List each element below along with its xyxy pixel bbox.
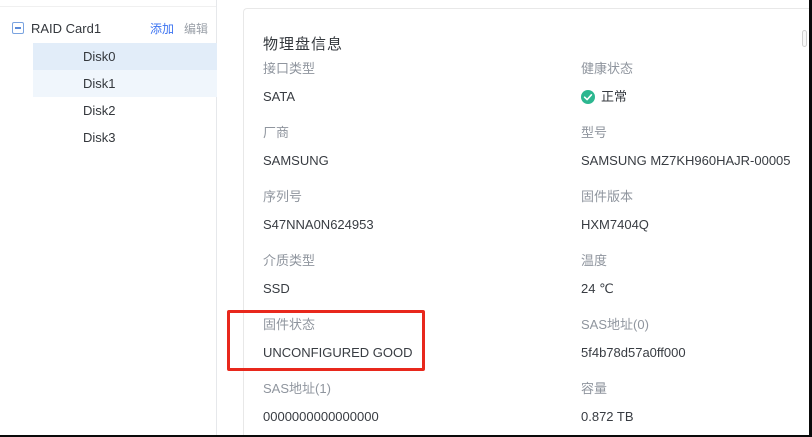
field-serial-number: 序列号 S47NNA0N624953 [263,189,581,232]
field-label: 厂商 [263,125,581,140]
field-label: 接口类型 [263,61,581,76]
sidebar-item-disk1[interactable]: Disk1 [33,70,217,97]
field-value: HXM7404Q [581,217,791,232]
field-label: 固件版本 [581,189,791,204]
collapse-minus-icon[interactable] [12,22,24,34]
field-model: 型号 SAMSUNG MZ7KH960HAJR-00005 [581,125,791,168]
field-media-type: 介质类型 SSD [263,253,581,296]
field-label: SAS地址(1) [263,381,581,396]
raid-tree-sidebar: RAID Card1 添加 编辑 Disk0 Disk1 Disk2 Disk3 [0,0,217,435]
raid-card-label: RAID Card1 [31,21,150,36]
field-label: 温度 [581,253,791,268]
field-sas-address-0: SAS地址(0) 5f4b78d57a0ff000 [581,317,791,360]
raid-card-node: RAID Card1 添加 编辑 [0,17,216,39]
field-temperature: 温度 24 ℃ [581,253,791,296]
vertical-scrollbar-thumb[interactable] [802,30,807,47]
sidebar-item-disk0[interactable]: Disk0 [33,43,217,70]
field-label: 固件状态 [263,317,581,332]
check-circle-icon [581,90,595,104]
field-label: SAS地址(0) [581,317,791,332]
physical-disk-info-panel: 物理盘信息 接口类型 SATA 健康状态 正常 [243,8,809,437]
disk-list: Disk0 Disk1 Disk2 Disk3 [0,43,217,151]
field-firmware-version: 固件版本 HXM7404Q [581,189,791,232]
sidebar-item-disk3[interactable]: Disk3 [33,124,217,151]
field-value: 正常 [581,89,791,104]
field-value: SATA [263,89,581,104]
field-sas-address-1: SAS地址(1) 0000000000000000 [263,381,581,424]
sidebar-item-disk2[interactable]: Disk2 [33,97,217,124]
field-label: 容量 [581,381,791,396]
physical-disk-page: RAID Card1 添加 编辑 Disk0 Disk1 Disk2 Disk3… [0,0,812,437]
field-value: SAMSUNG MZ7KH960HAJR-00005 [581,153,791,168]
field-capacity: 容量 0.872 TB [581,381,791,424]
field-label: 型号 [581,125,791,140]
field-value: 24 ℃ [581,281,791,296]
field-label: 介质类型 [263,253,581,268]
field-value: 5f4b78d57a0ff000 [581,345,791,360]
field-value: 0.872 TB [581,409,791,424]
field-value: S47NNA0N624953 [263,217,581,232]
field-value: UNCONFIGURED GOOD [263,345,581,360]
field-value: SAMSUNG [263,153,581,168]
field-value: 0000000000000000 [263,409,581,424]
field-label: 健康状态 [581,61,791,76]
field-firmware-state: 固件状态 UNCONFIGURED GOOD [263,317,581,360]
field-value: SSD [263,281,581,296]
edit-button[interactable]: 编辑 [184,20,208,37]
field-label: 序列号 [263,189,581,204]
field-interface-type: 接口类型 SATA [263,61,581,104]
disk-info-grid: 接口类型 SATA 健康状态 正常 厂商 SAMSUNG [263,61,791,424]
health-status-text: 正常 [601,89,627,104]
page-title: 物理盘信息 [263,33,343,54]
divider [0,6,216,7]
field-vendor: 厂商 SAMSUNG [263,125,581,168]
add-button[interactable]: 添加 [150,20,174,37]
field-health-status: 健康状态 正常 [581,61,791,104]
